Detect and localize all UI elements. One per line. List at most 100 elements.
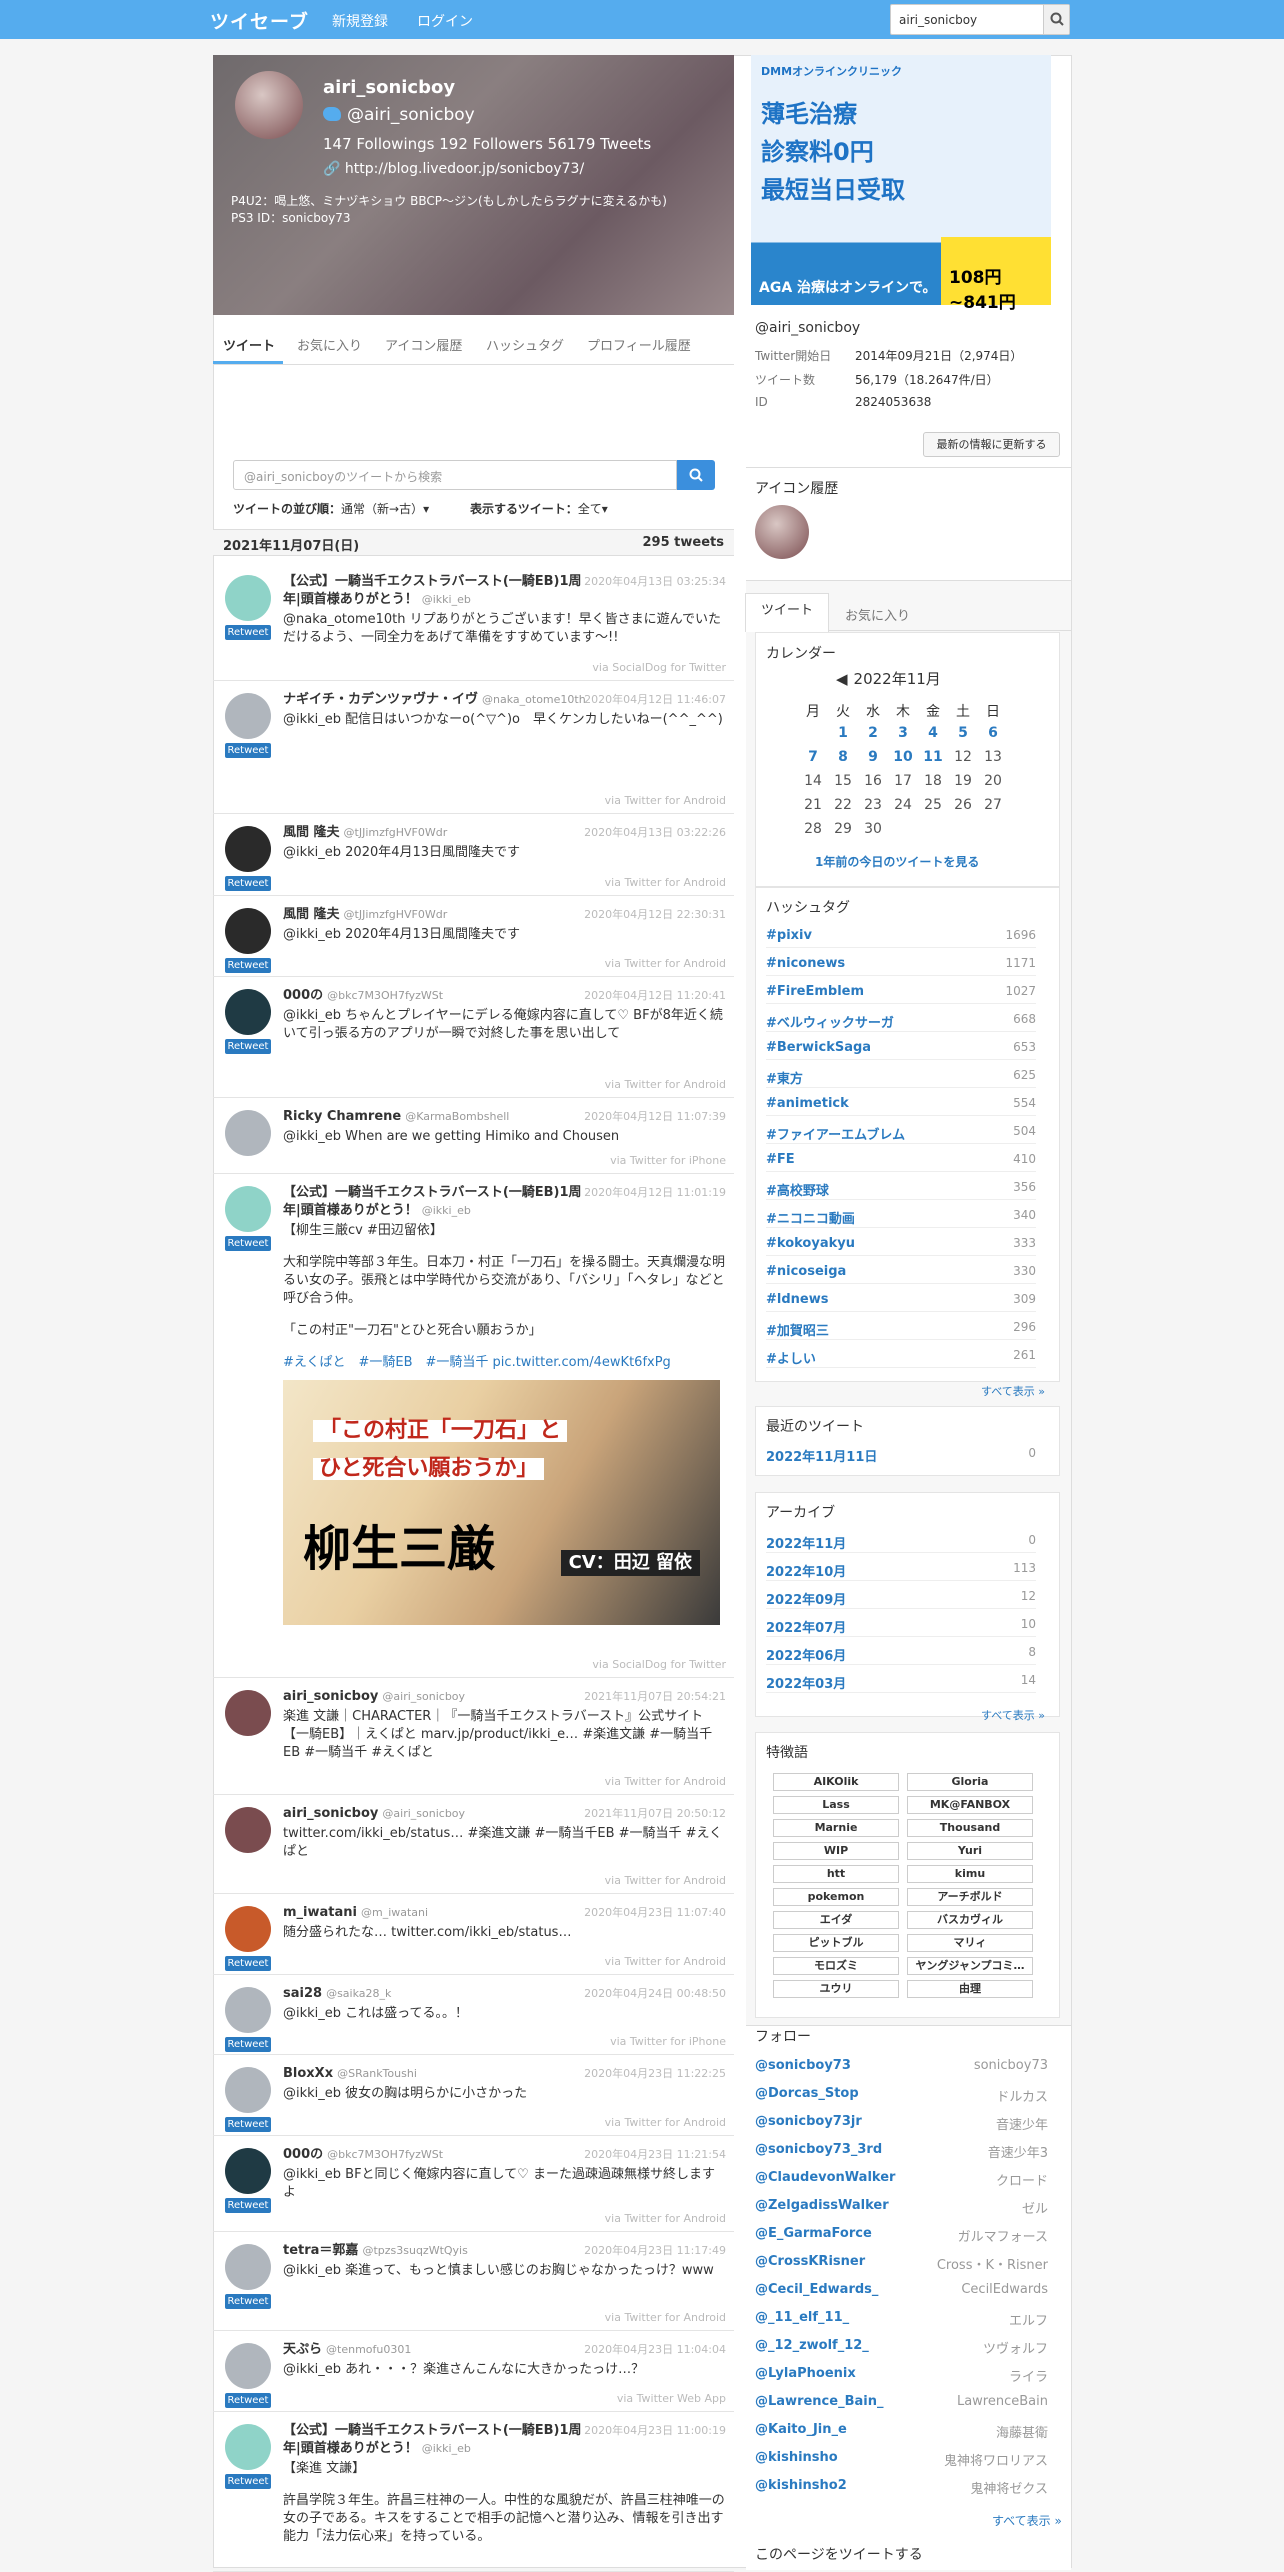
- calendar-day[interactable]: 4: [918, 725, 948, 741]
- keyword-chip[interactable]: AIKOlik: [773, 1773, 899, 1791]
- archive-month[interactable]: 2022年10月: [766, 1561, 846, 1580]
- archive-row[interactable]: 2022年07月 10: [766, 1617, 1036, 1637]
- archive-month[interactable]: 2022年07月: [766, 1617, 846, 1636]
- keyword-chip[interactable]: htt: [773, 1865, 899, 1883]
- archive-month[interactable]: 2022年11月: [766, 1533, 846, 1552]
- hashtag-label[interactable]: #nicoseiga: [766, 1264, 846, 1279]
- hashtag-label[interactable]: #FireEmblem: [766, 984, 864, 999]
- keyword-chip[interactable]: kimu: [907, 1865, 1033, 1883]
- tweet-author-name[interactable]: airi_sonicboy: [283, 1689, 378, 1704]
- tweet-screen-name[interactable]: @tJJimzfgHVF0Wdr: [344, 826, 448, 839]
- follow-row[interactable]: @Dorcas_Stop ドルカス: [755, 2086, 1048, 2106]
- tweet-screen-name[interactable]: @ikki_eb: [422, 593, 471, 606]
- keyword-chip[interactable]: 由理: [907, 1980, 1033, 1998]
- follow-row[interactable]: @Cecil_Edwards_ CecilEdwards: [755, 2282, 1048, 2302]
- tab-tweets[interactable]: ツイート: [223, 335, 275, 354]
- tweet-author-name[interactable]: ナギイチ・カデンツァヴナ・イヴ: [283, 692, 478, 707]
- hashtag-label[interactable]: #ニコニコ動画: [766, 1208, 855, 1227]
- archive-month[interactable]: 2022年09月: [766, 1589, 846, 1608]
- follow-row[interactable]: @Kaito_Jin_e 海藤甚衛: [755, 2422, 1048, 2442]
- tweet-avatar[interactable]: [225, 989, 271, 1035]
- icon-history-avatar[interactable]: [755, 505, 809, 559]
- follow-screen-name[interactable]: @Lawrence_Bain_: [755, 2394, 883, 2409]
- tweet-avatar[interactable]: [225, 1807, 271, 1853]
- archive-month[interactable]: 2022年06月: [766, 1645, 846, 1664]
- tweet-screen-name[interactable]: @saika28_k: [326, 1987, 391, 2000]
- hashtag-more-link[interactable]: すべて表示 »: [981, 1383, 1045, 1399]
- keyword-chip[interactable]: ヤングジャンプコミ…: [907, 1957, 1033, 1975]
- hashtag-label[interactable]: #東方: [766, 1068, 803, 1087]
- tweet-search-button[interactable]: [677, 460, 715, 490]
- follow-screen-name[interactable]: @sonicboy73jr: [755, 2114, 862, 2129]
- follow-screen-name[interactable]: @_12_zwolf_12_: [755, 2338, 869, 2353]
- tweet-image[interactable]: 「この村正「一刀石」と ひと死合い願おうか」 柳生三厳 CV：田辺 留依: [283, 1380, 720, 1625]
- calendar-day[interactable]: 6: [978, 725, 1008, 741]
- follow-row[interactable]: @sonicboy73 sonicboy73: [755, 2058, 1048, 2078]
- tweet-author-name[interactable]: tetra＝郭嘉: [283, 2243, 358, 2258]
- calendar-day[interactable]: 2: [858, 725, 888, 741]
- follow-row[interactable]: @LylaPhoenix ライラ: [755, 2366, 1048, 2386]
- tweet-avatar[interactable]: [225, 2424, 271, 2470]
- tweet-screen-name[interactable]: @ikki_eb: [422, 1204, 471, 1217]
- follow-screen-name[interactable]: @Cecil_Edwards_: [755, 2282, 878, 2297]
- hashtag-row[interactable]: #高校野球 356: [766, 1180, 1036, 1200]
- tweet-avatar[interactable]: [225, 1110, 271, 1156]
- calendar-day[interactable]: 3: [888, 725, 918, 741]
- calendar-day[interactable]: 5: [948, 725, 978, 741]
- keyword-chip[interactable]: マリィ: [907, 1934, 1033, 1952]
- keyword-chip[interactable]: Marnie: [773, 1819, 899, 1837]
- tweet-screen-name[interactable]: @KarmaBombshell: [405, 1110, 509, 1123]
- hashtag-row[interactable]: #加賀昭三 296: [766, 1320, 1036, 1340]
- calendar-day[interactable]: 1: [828, 725, 858, 741]
- tweet-author-name[interactable]: sai28: [283, 1986, 322, 2001]
- follow-screen-name[interactable]: @Dorcas_Stop: [755, 2086, 859, 2101]
- tweet-author-name[interactable]: Ricky Chamrene: [283, 1109, 401, 1124]
- keyword-chip[interactable]: バスカヴィル: [907, 1911, 1033, 1929]
- tweet-avatar[interactable]: [225, 2067, 271, 2113]
- hashtag-label[interactable]: #pixiv: [766, 928, 812, 943]
- follow-more-link[interactable]: すべて表示 »: [992, 2512, 1062, 2529]
- tab-icon-history[interactable]: アイコン履歴: [385, 335, 462, 354]
- tweet-screen-name[interactable]: @bkc7M3OH7fyzWSt: [327, 989, 443, 1002]
- tweet-author-name[interactable]: 天ぷら: [283, 2342, 322, 2357]
- hashtag-row[interactable]: #ファイアーエムブレム 504: [766, 1124, 1036, 1144]
- archive-row[interactable]: 2022年03月 14: [766, 1673, 1036, 1693]
- follow-screen-name[interactable]: @CrossKRisner: [755, 2254, 865, 2269]
- side-tab-tweets[interactable]: ツイート: [745, 593, 829, 632]
- signup-link[interactable]: 新規登録: [332, 11, 388, 31]
- archive-row[interactable]: 2022年09月 12: [766, 1589, 1036, 1609]
- tweet-avatar[interactable]: [225, 826, 271, 872]
- archive-row[interactable]: 2022年10月 113: [766, 1561, 1036, 1581]
- hashtag-row[interactable]: #pixiv 1696: [766, 928, 1036, 948]
- hashtag-row[interactable]: #FireEmblem 1027: [766, 984, 1036, 1004]
- tweet-avatar[interactable]: [225, 1690, 271, 1736]
- calendar-day[interactable]: 9: [858, 749, 888, 765]
- tweet-screen-name[interactable]: @SRankToushi: [337, 2067, 417, 2080]
- keyword-chip[interactable]: Yuri: [907, 1842, 1033, 1860]
- tweet-avatar[interactable]: [225, 575, 271, 621]
- archive-row[interactable]: 2022年11月 0: [766, 1533, 1036, 1553]
- tweet-avatar[interactable]: [225, 2148, 271, 2194]
- follow-row[interactable]: @CrossKRisner Cross・K・Risner: [755, 2254, 1048, 2274]
- hashtag-row[interactable]: #ベルウィックサーガ 668: [766, 1012, 1036, 1032]
- follow-screen-name[interactable]: @sonicboy73_3rd: [755, 2142, 882, 2157]
- tweet-author-name[interactable]: 風間 隆夫: [283, 907, 340, 922]
- side-tab-favorites[interactable]: お気に入り: [845, 605, 910, 624]
- refresh-button[interactable]: 最新の情報に更新する: [923, 432, 1060, 457]
- follow-row[interactable]: @sonicboy73_3rd 音速少年3: [755, 2142, 1048, 2162]
- tweet-hashtags[interactable]: #えくぱと #一騎EB #一騎当千 pic.twitter.com/4ewKt6…: [283, 1354, 726, 1372]
- keyword-chip[interactable]: アーチボルド: [907, 1888, 1033, 1906]
- tweet-author-name[interactable]: m_iwatani: [283, 1905, 357, 1920]
- tweet-avatar[interactable]: [225, 1987, 271, 2033]
- hashtag-label[interactable]: #高校野球: [766, 1180, 829, 1199]
- hashtag-label[interactable]: #niconews: [766, 956, 845, 971]
- follow-screen-name[interactable]: @Kaito_Jin_e: [755, 2422, 847, 2437]
- follow-row[interactable]: @kishinsho 鬼神将ワロリアス: [755, 2450, 1048, 2470]
- calendar-day[interactable]: 7: [798, 749, 828, 765]
- tab-hashtags[interactable]: ハッシュタグ: [486, 335, 564, 354]
- tweet-author-name[interactable]: BloxXx: [283, 2066, 333, 2081]
- hashtag-row[interactable]: #東方 625: [766, 1068, 1036, 1088]
- search-icon[interactable]: [1043, 5, 1069, 34]
- hashtag-row[interactable]: #FE 410: [766, 1152, 1036, 1172]
- tweet-screen-name[interactable]: @airi_sonicboy: [382, 1807, 465, 1820]
